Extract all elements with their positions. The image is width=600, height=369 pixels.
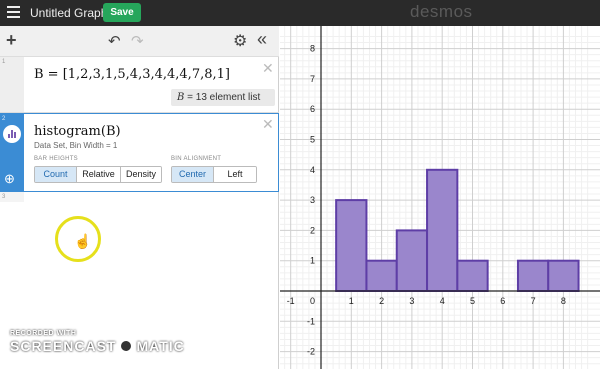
histogram-subtitle: Data Set, Bin Width = 1 bbox=[34, 141, 118, 150]
graph-title[interactable]: Untitled Graph bbox=[30, 6, 107, 20]
histogram-bar bbox=[365, 259, 398, 292]
eval-variable: B bbox=[177, 92, 185, 103]
expression-index: 1 bbox=[2, 59, 6, 65]
undo-icon[interactable]: ↶ bbox=[108, 32, 121, 50]
bar-heights-density-button[interactable]: Density bbox=[121, 167, 161, 182]
zoom-icon[interactable]: ⊕ bbox=[4, 171, 15, 187]
expression-gutter[interactable]: 3 bbox=[0, 192, 24, 202]
watermark-right-text: MATIC bbox=[136, 338, 185, 354]
expression-toolbar: + ↶ ↷ ⚙ « bbox=[0, 26, 279, 57]
histogram-icon[interactable] bbox=[3, 125, 21, 143]
y-tick-label: 4 bbox=[310, 165, 315, 175]
histogram-bar bbox=[426, 168, 459, 292]
x-tick-label: 5 bbox=[470, 296, 475, 306]
expression-input[interactable]: histogram(B) bbox=[34, 124, 121, 139]
close-icon[interactable]: ✕ bbox=[262, 116, 274, 133]
close-icon[interactable]: ✕ bbox=[262, 60, 274, 77]
bin-alignment-label: BIN ALIGNMENT bbox=[171, 156, 222, 162]
watermark-top-text: RECORDED WITH bbox=[10, 330, 77, 337]
x-tick-label: 3 bbox=[409, 296, 414, 306]
redo-icon[interactable]: ↷ bbox=[131, 32, 144, 50]
recording-watermark: RECORDED WITH SCREENCAST MATIC bbox=[10, 330, 185, 354]
save-button[interactable]: Save bbox=[103, 3, 141, 22]
expression-index: 3 bbox=[2, 194, 6, 200]
bar-heights-relative-button[interactable]: Relative bbox=[77, 167, 121, 182]
bin-alignment-selector: Center Left bbox=[171, 166, 257, 183]
y-tick-label: 7 bbox=[310, 74, 315, 84]
histogram-bar bbox=[456, 259, 489, 292]
eval-text: = 13 element list bbox=[187, 92, 261, 103]
origin-label: 0 bbox=[310, 296, 315, 306]
menu-icon[interactable] bbox=[7, 6, 20, 18]
record-icon bbox=[118, 338, 135, 354]
hand-cursor-icon: ☝ bbox=[74, 233, 92, 249]
y-tick-label: 3 bbox=[310, 195, 315, 205]
y-tick-label: 8 bbox=[310, 44, 315, 54]
histogram-bar bbox=[516, 259, 550, 292]
evaluation-result: B = 13 element list bbox=[171, 89, 275, 106]
top-bar: Untitled Graph Save desmos bbox=[0, 0, 600, 26]
x-tick-label: 1 bbox=[349, 296, 354, 306]
y-tick-label: 6 bbox=[310, 104, 315, 114]
expression-input[interactable]: B = [1,2,3,1,5,4,3,4,4,4,7,8,1] bbox=[34, 67, 230, 82]
x-tick-label: 7 bbox=[531, 296, 536, 306]
bar-heights-label: BAR HEIGHTS bbox=[34, 156, 78, 162]
histogram-bar bbox=[547, 259, 580, 292]
watermark-left-text: SCREENCAST bbox=[10, 338, 117, 354]
histogram-bar bbox=[395, 229, 429, 292]
expression-row-active[interactable]: 2 ⊕ histogram(B) ✕ Data Set, Bin Width =… bbox=[0, 113, 279, 192]
double-chevron-left-icon[interactable]: « bbox=[257, 29, 267, 50]
bin-alignment-left-button[interactable]: Left bbox=[214, 167, 256, 182]
x-tick-label: 8 bbox=[561, 296, 566, 306]
bin-alignment-center-button[interactable]: Center bbox=[172, 167, 214, 182]
y-tick-label: 1 bbox=[310, 256, 315, 266]
x-tick-label: -1 bbox=[287, 296, 295, 306]
x-tick-label: 6 bbox=[500, 296, 505, 306]
y-tick-label: 5 bbox=[310, 135, 315, 145]
expression-gutter[interactable]: 1 bbox=[0, 57, 24, 112]
expression-row[interactable]: 1 B = [1,2,3,1,5,4,3,4,4,4,7,8,1] ✕ B = … bbox=[0, 57, 279, 113]
plus-icon[interactable]: + bbox=[6, 30, 17, 51]
y-tick-label: -2 bbox=[307, 347, 315, 357]
desmos-logo: desmos bbox=[410, 2, 473, 21]
expression-panel: + ↶ ↷ ⚙ « 1 B = [1,2,3,1,5,4,3,4,4,4,7,8… bbox=[0, 26, 279, 369]
x-tick-label: 2 bbox=[379, 296, 384, 306]
graph-canvas[interactable]: -1 1 2 3 4 5 6 7 8 -2 -1 1 2 3 4 5 6 7 8 0 bbox=[280, 26, 600, 369]
bar-heights-count-button[interactable]: Count bbox=[35, 167, 77, 182]
desmos-app: Untitled Graph Save desmos + ↶ ↷ ⚙ « 1 B… bbox=[0, 0, 600, 369]
y-tick-label: 2 bbox=[310, 225, 315, 235]
expression-row-empty[interactable]: 3 bbox=[0, 192, 279, 202]
histogram-bar bbox=[335, 199, 368, 293]
x-tick-label: 4 bbox=[440, 296, 445, 306]
y-tick-label: -1 bbox=[307, 316, 315, 326]
watermark-main: SCREENCAST MATIC bbox=[10, 338, 185, 354]
gear-icon[interactable]: ⚙ bbox=[233, 31, 247, 51]
expression-gutter[interactable]: 2 ⊕ bbox=[0, 114, 24, 191]
bar-heights-selector: Count Relative Density bbox=[34, 166, 162, 183]
expression-index: 2 bbox=[2, 116, 6, 122]
